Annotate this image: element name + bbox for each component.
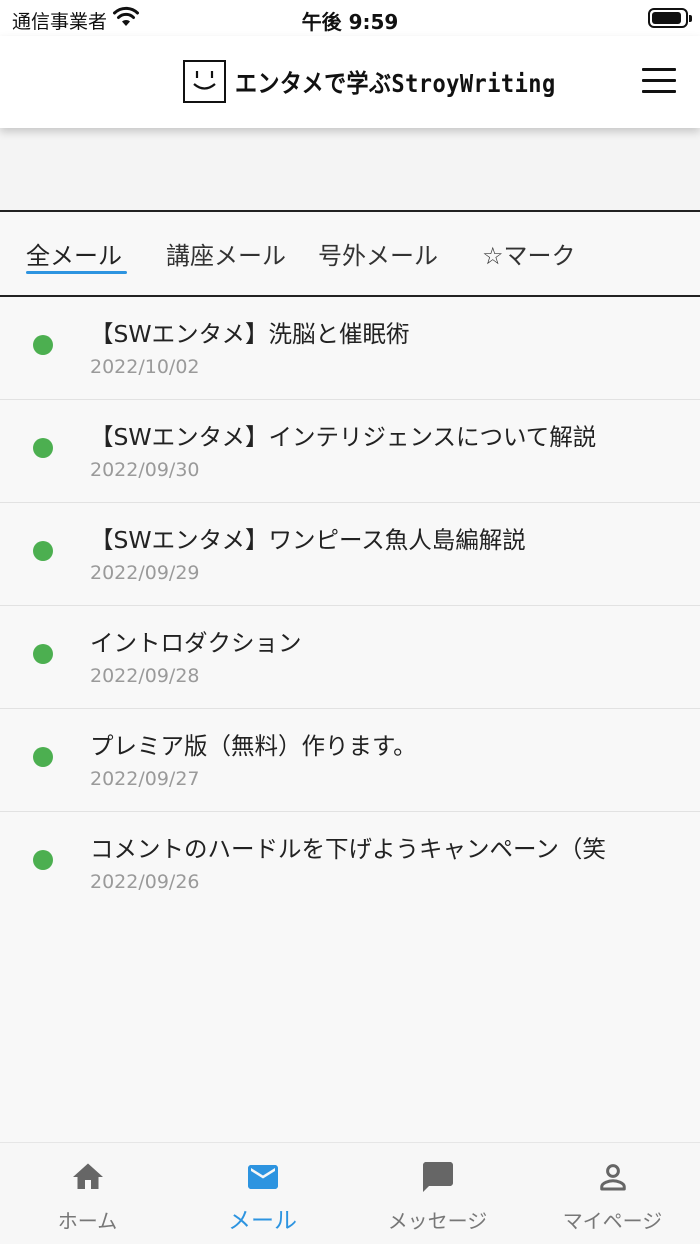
tab-extra-mail[interactable]: 号外メール	[318, 236, 438, 271]
mail-list-item[interactable]: イントロダクション 2022/09/28	[0, 606, 700, 709]
battery-icon	[648, 8, 692, 28]
mail-list-item[interactable]: 【SWエンタメ】インテリジェンスについて解説 2022/09/30	[0, 400, 700, 503]
bottom-navigation: ホーム メール メッセージ マイページ	[0, 1142, 700, 1244]
home-icon	[72, 1163, 103, 1189]
mail-tabs: 全メール 講座メール 号外メール ☆マーク	[0, 212, 700, 297]
mail-icon	[247, 1165, 278, 1189]
nav-home-label: ホーム	[57, 1209, 118, 1233]
unread-dot-icon	[33, 438, 53, 458]
mail-date: 2022/09/26	[90, 871, 200, 893]
active-tab-indicator	[26, 271, 127, 274]
unread-dot-icon	[33, 850, 53, 870]
nav-mail[interactable]: メール	[175, 1143, 350, 1244]
mail-list-item[interactable]: 【SWエンタメ】ワンピース魚人島編解説 2022/09/29	[0, 503, 700, 606]
tab-course-mail[interactable]: 講座メール	[166, 236, 286, 271]
app-logo[interactable]: エンタメで学ぶStroyWriting	[183, 60, 599, 103]
chat-icon	[422, 1162, 453, 1192]
nav-messages[interactable]: メッセージ	[350, 1143, 525, 1244]
mail-title: コメントのハードルを下げようキャンペーン（笑	[90, 835, 606, 863]
banner-area	[0, 128, 700, 212]
wifi-icon	[113, 6, 139, 26]
mail-title: 【SWエンタメ】インテリジェンスについて解説	[90, 423, 597, 451]
mail-date: 2022/10/02	[90, 356, 200, 378]
mail-date: 2022/09/28	[90, 665, 200, 687]
unread-dot-icon	[33, 747, 53, 767]
mail-list-item[interactable]: 【SWエンタメ】洗脳と催眠術 2022/10/02	[0, 297, 700, 400]
mail-title: プレミア版（無料）作ります。	[90, 732, 417, 760]
tab-all-mail[interactable]: 全メール	[26, 236, 122, 271]
mail-title: 【SWエンタメ】洗脳と催眠術	[90, 320, 410, 348]
mail-date: 2022/09/29	[90, 562, 200, 584]
tab-starred[interactable]: ☆マーク	[482, 236, 576, 271]
mail-list-item[interactable]: コメントのハードルを下げようキャンペーン（笑 2022/09/26	[0, 812, 700, 915]
smiley-logo-icon	[183, 60, 226, 103]
carrier-name: 通信事業者	[12, 11, 108, 33]
unread-dot-icon	[33, 644, 53, 664]
mail-title: イントロダクション	[90, 629, 302, 657]
nav-messages-label: メッセージ	[387, 1209, 488, 1233]
nav-mypage-label: マイページ	[562, 1209, 663, 1233]
nav-mail-label: メール	[228, 1208, 297, 1234]
mail-date: 2022/09/30	[90, 459, 200, 481]
nav-mypage[interactable]: マイページ	[525, 1143, 700, 1244]
person-icon	[599, 1164, 626, 1191]
unread-dot-icon	[33, 335, 53, 355]
status-bar: 通信事業者 午後 9:59	[0, 0, 700, 36]
battery-level	[652, 12, 681, 24]
mail-title: 【SWエンタメ】ワンピース魚人島編解説	[90, 526, 526, 554]
hamburger-menu-icon[interactable]	[642, 68, 676, 94]
nav-home[interactable]: ホーム	[0, 1143, 175, 1244]
mail-list: 【SWエンタメ】洗脳と催眠術 2022/10/02 【SWエンタメ】インテリジェ…	[0, 297, 700, 915]
mail-date: 2022/09/27	[90, 768, 200, 790]
mail-list-item[interactable]: プレミア版（無料）作ります。 2022/09/27	[0, 709, 700, 812]
app-logo-text: エンタメで学ぶStroyWriting	[235, 68, 556, 98]
app-header: エンタメで学ぶStroyWriting	[0, 36, 700, 128]
unread-dot-icon	[33, 541, 53, 561]
